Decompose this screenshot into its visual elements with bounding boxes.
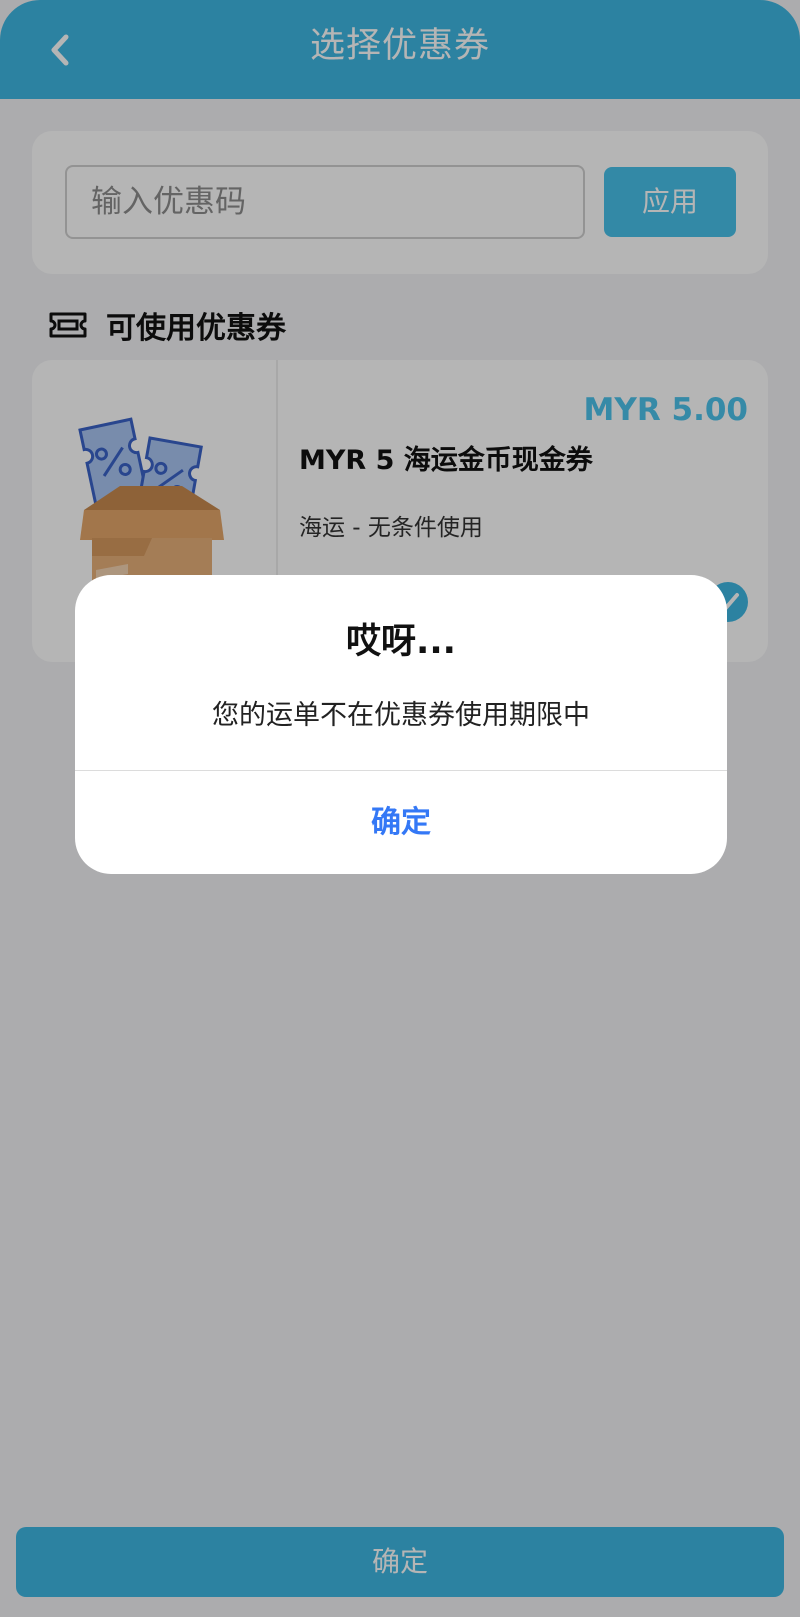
dialog-ok-button[interactable]: 确定 [75,771,727,874]
coupon-selection-screen: 选择优惠券 应用 可使用优惠券 [0,0,800,1617]
dialog-title: 哎呀... [346,622,456,662]
dialog-message: 您的运单不在优惠券使用期限中 [212,700,590,731]
alert-dialog: 哎呀... 您的运单不在优惠券使用期限中 确定 [75,575,727,874]
